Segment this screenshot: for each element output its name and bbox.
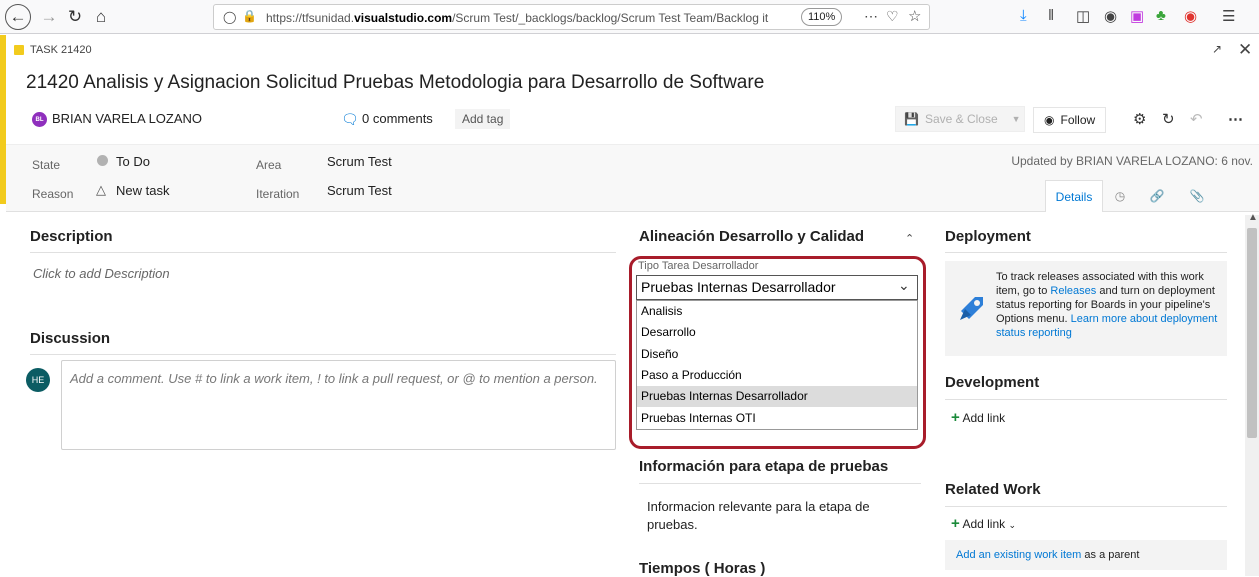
divider (945, 506, 1227, 507)
divider (30, 354, 616, 355)
updated-by: Updated by BRIAN VARELA LOZANO: 6 nov. (1011, 154, 1253, 168)
area-label: Area (256, 158, 282, 172)
extension-target-icon[interactable]: ◉ (1184, 7, 1197, 25)
extension-plant-icon[interactable]: ♣ (1156, 7, 1166, 24)
zoom-level[interactable]: 110% (801, 8, 843, 26)
extension-icon[interactable]: ▣ (1130, 7, 1144, 25)
state-label: State (32, 158, 61, 172)
comment-icon: 🗨 (341, 111, 359, 127)
more-actions-icon[interactable]: ⋯ (1228, 110, 1243, 128)
save-close-button[interactable]: 💾 Save & Close ▼ (895, 106, 1025, 132)
lock-icon: 🔒 (242, 9, 257, 23)
highlight-annotation (629, 256, 926, 449)
follow-button[interactable]: ◉ Follow (1033, 107, 1107, 133)
deployment-text: To track releases associated with this w… (996, 271, 1218, 339)
shield-icon[interactable]: ◯ (223, 10, 236, 24)
iteration-value[interactable]: Scrum Test (327, 183, 392, 198)
assignee-avatar: BL (32, 112, 47, 127)
description-editor[interactable]: Click to add Description (33, 266, 170, 281)
related-work-hint: Add an existing work item as a parent (956, 549, 1140, 561)
comments-count[interactable]: 0 comments (362, 111, 433, 126)
add-tag-button[interactable]: Add tag (455, 109, 511, 129)
eye-icon: ◉ (1044, 113, 1055, 127)
collapse-icon[interactable]: ⌃ (905, 232, 914, 245)
related-work-heading: Related Work (945, 481, 1041, 498)
follow-label: Follow (1060, 113, 1096, 127)
attachment-icon[interactable]: 📎 (1177, 180, 1217, 212)
task-icon (14, 45, 24, 55)
home-icon[interactable]: ⌂ (88, 4, 114, 30)
url-text: https://tfsunidad.visualstudio.com/Scrum… (266, 11, 769, 25)
assignee-name[interactable]: BRIAN VARELA LOZANO (52, 111, 202, 126)
work-item-type-label: TASK 21420 (30, 44, 92, 56)
testing-heading: Información para etapa de pruebas (639, 458, 889, 475)
divider (945, 399, 1227, 400)
save-close-label: Save & Close (924, 112, 998, 126)
plus-icon: + (951, 515, 960, 532)
reload-icon[interactable]: ↻ (62, 4, 88, 30)
iteration-label: Iteration (256, 187, 300, 201)
pipelines-icon (960, 297, 983, 320)
area-value[interactable]: Scrum Test (327, 154, 392, 169)
deployment-heading: Deployment (945, 228, 1031, 245)
development-heading: Development (945, 374, 1040, 391)
releases-link[interactable]: Releases (1050, 285, 1096, 297)
work-item-title[interactable]: 21420 Analisis y Asignacion Solicitud Pr… (26, 72, 764, 94)
development-add-link[interactable]: + Add link (951, 409, 1005, 426)
undo-icon[interactable]: ↶ (1190, 110, 1203, 128)
comment-input[interactable]: Add a comment. Use # to link a work item… (61, 360, 616, 450)
testing-text[interactable]: Informacion relevante para la etapa de p… (647, 498, 907, 534)
divider (30, 252, 616, 253)
tab-details[interactable]: Details (1045, 180, 1103, 212)
add-existing-item-link[interactable]: Add an existing work item (956, 549, 1081, 561)
close-icon[interactable]: ✕ (1238, 40, 1252, 60)
alignment-heading: Alineación Desarrollo y Calidad (639, 228, 865, 245)
sidebar-icon[interactable]: ◫ (1076, 7, 1090, 25)
menu-icon[interactable]: ☰ (1222, 7, 1235, 25)
reason-label: Reason (32, 187, 74, 201)
history-icon[interactable]: ◷ (1103, 180, 1137, 212)
account-icon[interactable]: ◉ (1104, 7, 1117, 25)
expand-icon[interactable]: ↗ (1212, 42, 1222, 56)
scrollbar-thumb[interactable] (1247, 228, 1257, 438)
url-bar[interactable]: ◯ 🔒 https://tfsunidad.visualstudio.com/S… (213, 4, 930, 30)
divider (639, 483, 921, 484)
state-dot-icon (97, 155, 108, 166)
divider (945, 252, 1227, 253)
state-value[interactable]: To Do (116, 154, 150, 169)
bookmark-star-icon[interactable]: ☆ (908, 7, 921, 25)
gear-icon[interactable]: ⚙ (1133, 110, 1146, 128)
reason-icon: △ (96, 182, 106, 197)
discussion-heading: Discussion (30, 330, 111, 347)
library-icon[interactable]: ‖ (1048, 7, 1054, 24)
chevron-down-icon: ▼ (1011, 114, 1021, 124)
link-icon[interactable]: 🔗 (1137, 180, 1177, 212)
chevron-down-icon: ⌄ (1008, 520, 1017, 530)
forward-icon[interactable]: → (36, 4, 62, 30)
refresh-icon[interactable]: ↻ (1162, 110, 1175, 128)
browser-toolbar: ← → ↻ ⌂ ◯ 🔒 https://tfsunidad.visualstud… (0, 0, 1259, 34)
plus-icon: + (951, 409, 960, 426)
description-heading: Description (30, 228, 113, 245)
scroll-up-icon[interactable]: ▲ (1248, 212, 1258, 223)
reason-value[interactable]: New task (116, 183, 169, 198)
related-add-link[interactable]: + Add link ⌄ (951, 515, 1016, 532)
pocket-icon[interactable]: ♡ (886, 8, 899, 25)
save-icon: 💾 (904, 112, 919, 126)
download-icon[interactable]: ⤓ (1020, 7, 1027, 24)
commenter-avatar: HE (26, 368, 50, 392)
times-heading: Tiempos ( Horas ) (639, 560, 766, 577)
back-icon[interactable]: ← (5, 4, 31, 30)
page-actions-icon[interactable]: ⋯ (864, 8, 878, 25)
